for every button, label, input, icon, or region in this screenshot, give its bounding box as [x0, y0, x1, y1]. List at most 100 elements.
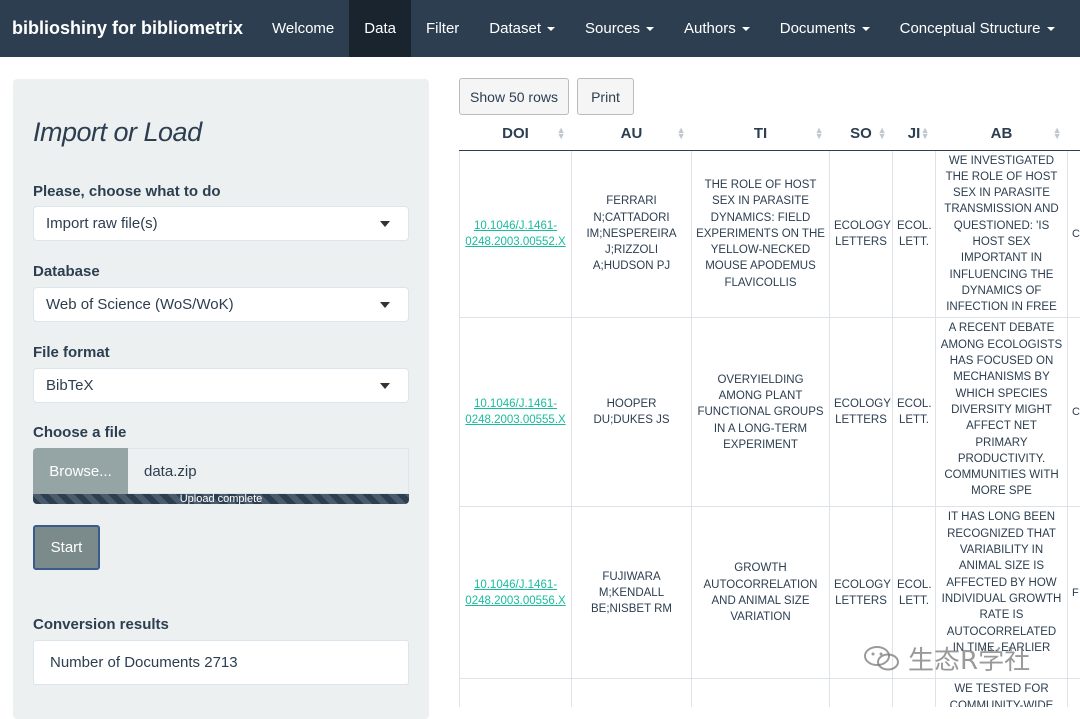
- nav-welcome[interactable]: Welcome: [257, 0, 349, 57]
- source-cell: ECOLOGY LETTERS: [830, 318, 893, 507]
- column-header-extra: [1068, 118, 1080, 150]
- next-column-cell: F: [1068, 507, 1080, 679]
- caret-down-icon: [742, 27, 750, 31]
- nav-conceptual-structure[interactable]: Conceptual Structure: [885, 0, 1070, 57]
- table-row: 10.1046/J.1461-0248.2003.00552.X FERRARI…: [460, 150, 1080, 318]
- database-label: Database: [33, 263, 100, 280]
- nav-dataset-label: Dataset: [489, 20, 541, 37]
- file-format-label: File format: [33, 344, 110, 361]
- caret-down-icon: [862, 27, 870, 31]
- action-label: Please, choose what to do: [33, 183, 221, 200]
- nav-dataset[interactable]: Dataset: [474, 0, 570, 57]
- dropdown-arrow-icon: [380, 302, 390, 308]
- data-table-container: DOI▲▼ AU▲▼ TI▲▼ SO▲▼ JI▲▼ AB▲▼ 10.1046/J…: [459, 118, 1080, 707]
- column-header-doi[interactable]: DOI ▲▼: [460, 118, 572, 150]
- table-row: 10.1046/J.1461-0248.2003.00555.X HOOPER …: [460, 318, 1080, 507]
- column-header-so[interactable]: SO ▲▼: [830, 118, 893, 150]
- table-row: WE TESTED FOR COMMUNITY-WIDE: [460, 679, 1080, 707]
- caret-down-icon: [1047, 27, 1055, 31]
- nav-filter-label: Filter: [426, 20, 459, 37]
- dropdown-arrow-icon: [380, 221, 390, 227]
- nav-authors[interactable]: Authors: [669, 0, 765, 57]
- action-select[interactable]: Import raw file(s): [33, 206, 409, 241]
- caret-down-icon: [547, 27, 555, 31]
- column-header-ji[interactable]: JI▲▼: [893, 118, 936, 150]
- choose-file-label: Choose a file: [33, 424, 126, 441]
- doi-link[interactable]: 10.1046/J.1461-0248.2003.00555.X: [460, 318, 572, 507]
- author-cell: FERRARI N;CATTADORI IM;NESPEREIRA J;RIZZ…: [572, 150, 692, 318]
- wechat-icon: [862, 644, 902, 674]
- panel-title: Import or Load: [33, 117, 202, 148]
- watermark: 生态R学社: [862, 640, 1030, 677]
- start-button[interactable]: Start: [33, 525, 100, 570]
- column-header-label: TI: [754, 125, 767, 142]
- file-input: Browse... data.zip: [33, 448, 409, 494]
- top-navbar: biblioshiny for bibliometrix Welcome Dat…: [0, 0, 1080, 57]
- nav-documents[interactable]: Documents: [765, 0, 885, 57]
- nav-sources-label: Sources: [585, 20, 640, 37]
- file-name-field[interactable]: data.zip: [128, 448, 409, 494]
- author-cell: FUJIWARA M;KENDALL BE;NISBET RM: [572, 507, 692, 679]
- next-column-cell: [1068, 679, 1080, 707]
- caret-down-icon: [646, 27, 654, 31]
- table-header-row: DOI▲▼ AU▲▼ TI▲▼ SO▲▼ JI▲▼ AB▲▼: [460, 118, 1080, 150]
- sort-icon: ▲▼: [557, 127, 566, 139]
- column-header-label: AB: [991, 125, 1013, 142]
- sort-icon: ▲▼: [878, 127, 887, 139]
- print-button[interactable]: Print: [577, 78, 634, 115]
- watermark-text: 生态R学社: [908, 640, 1030, 677]
- nav-documents-label: Documents: [780, 20, 856, 37]
- import-sidebar-panel: Import or Load Please, choose what to do…: [13, 79, 429, 719]
- doi-link[interactable]: [460, 679, 572, 707]
- author-cell: HOOPER DU;DUKES JS: [572, 318, 692, 507]
- conversion-results-output: Number of Documents 2713: [33, 640, 409, 685]
- abstract-cell: WE TESTED FOR COMMUNITY-WIDE: [936, 679, 1068, 707]
- journal-iso-cell: [893, 679, 936, 707]
- database-select-value: Web of Science (WoS/WoK): [46, 296, 234, 313]
- column-header-label: SO: [850, 125, 872, 142]
- app-brand[interactable]: biblioshiny for bibliometrix: [0, 0, 257, 57]
- column-header-label: DOI: [502, 125, 529, 142]
- title-cell: THE ROLE OF HOST SEX IN PARASITE DYNAMIC…: [692, 150, 830, 318]
- nav-sources[interactable]: Sources: [570, 0, 669, 57]
- title-cell: GROWTH AUTOCORRELATION AND ANIMAL SIZE V…: [692, 507, 830, 679]
- doi-link[interactable]: 10.1046/J.1461-0248.2003.00552.X: [460, 150, 572, 318]
- database-select[interactable]: Web of Science (WoS/WoK): [33, 287, 409, 322]
- data-table: DOI▲▼ AU▲▼ TI▲▼ SO▲▼ JI▲▼ AB▲▼ 10.1046/J…: [459, 118, 1080, 707]
- nav-authors-label: Authors: [684, 20, 736, 37]
- sort-icon: ▲▼: [677, 127, 686, 139]
- file-format-select-value: BibTeX: [46, 377, 94, 394]
- nav-welcome-label: Welcome: [272, 20, 334, 37]
- dropdown-arrow-icon: [380, 383, 390, 389]
- next-column-cell: C: [1068, 150, 1080, 318]
- journal-iso-cell: ECOL. LETT.: [893, 150, 936, 318]
- file-format-select[interactable]: BibTeX: [33, 368, 409, 403]
- abstract-cell: A RECENT DEBATE AMONG ECOLOGISTS HAS FOC…: [936, 318, 1068, 507]
- title-cell: OVERYIELDING AMONG PLANT FUNCTIONAL GROU…: [692, 318, 830, 507]
- nav-data-label: Data: [364, 20, 396, 37]
- column-header-ab[interactable]: AB ▲▼: [936, 118, 1068, 150]
- show-rows-button[interactable]: Show 50 rows: [459, 78, 569, 115]
- journal-iso-cell: ECOL. LETT.: [893, 318, 936, 507]
- column-header-label: AU: [621, 125, 643, 142]
- upload-progress-bar: Upload complete: [33, 494, 409, 504]
- sort-icon: ▲▼: [921, 127, 930, 139]
- author-cell: [572, 679, 692, 707]
- browse-button[interactable]: Browse...: [33, 448, 128, 494]
- doi-link[interactable]: 10.1046/J.1461-0248.2003.00556.X: [460, 507, 572, 679]
- action-select-value: Import raw file(s): [46, 215, 158, 232]
- sort-icon: ▲▼: [1053, 127, 1062, 139]
- sort-icon: ▲▼: [815, 127, 824, 139]
- nav-data[interactable]: Data: [349, 0, 411, 57]
- title-cell: [692, 679, 830, 707]
- column-header-au[interactable]: AU ▲▼: [572, 118, 692, 150]
- source-cell: ECOLOGY LETTERS: [830, 150, 893, 318]
- nav-filter[interactable]: Filter: [411, 0, 474, 57]
- abstract-cell: WE INVESTIGATED THE ROLE OF HOST SEX IN …: [936, 150, 1068, 318]
- next-column-cell: C: [1068, 318, 1080, 507]
- conversion-results-label: Conversion results: [33, 616, 169, 633]
- column-header-label: JI: [908, 125, 921, 142]
- column-header-ti[interactable]: TI ▲▼: [692, 118, 830, 150]
- source-cell: [830, 679, 893, 707]
- nav-conceptual-structure-label: Conceptual Structure: [900, 20, 1041, 37]
